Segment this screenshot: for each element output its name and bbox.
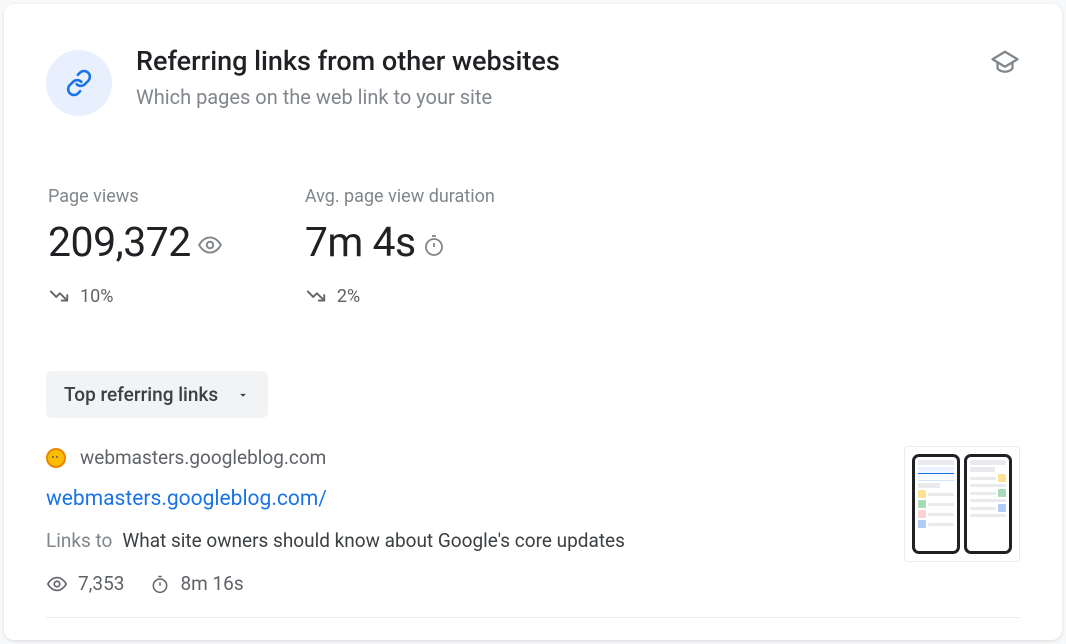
metric-label: Page views	[48, 186, 223, 207]
links-to-row: Links to What site owners should know ab…	[46, 529, 1020, 552]
card-header: Referring links from other websites Whic…	[46, 44, 1020, 116]
trend-indicator: 10%	[48, 285, 223, 307]
metric-avg-duration: Avg. page view duration 7m 4s 2%	[305, 186, 495, 307]
eye-icon	[46, 573, 68, 595]
links-to-label: Links to	[46, 529, 112, 552]
card-title: Referring links from other websites	[136, 44, 560, 79]
favicon-icon	[46, 448, 66, 468]
referrer-domain: webmasters.googleblog.com	[80, 446, 326, 469]
links-to-title: What site owners should know about Googl…	[122, 529, 625, 552]
header-text: Referring links from other websites Whic…	[136, 44, 560, 109]
education-icon[interactable]	[990, 48, 1020, 82]
trend-indicator: 2%	[305, 285, 495, 307]
metric-label: Avg. page view duration	[305, 186, 495, 207]
metrics-row: Page views 209,372 10% Avg. page view du…	[48, 186, 1020, 307]
referrer-url-link[interactable]: webmasters.googleblog.com/	[46, 487, 1020, 511]
stopwatch-icon	[150, 574, 170, 594]
metric-page-views: Page views 209,372 10%	[48, 186, 223, 307]
chevron-down-icon	[236, 388, 250, 402]
trend-down-icon	[305, 285, 327, 307]
stat-views: 7,353	[46, 572, 124, 595]
card-subtitle: Which pages on the web link to your site	[136, 85, 560, 109]
eye-icon	[197, 232, 223, 258]
dropdown-label: Top referring links	[64, 383, 218, 406]
referrer-stats: 7,353 8m 16s	[46, 572, 1020, 618]
page-thumbnail	[904, 446, 1020, 562]
referrer-item: webmasters.googleblog.com webmasters.goo…	[46, 446, 1020, 618]
top-referring-links-dropdown[interactable]: Top referring links	[46, 371, 268, 418]
metric-value: 7m 4s	[305, 219, 495, 267]
stopwatch-icon	[422, 233, 446, 257]
stat-duration: 8m 16s	[150, 572, 243, 595]
link-icon	[46, 50, 112, 116]
referrer-domain-row: webmasters.googleblog.com	[46, 446, 1020, 469]
referring-links-card: Referring links from other websites Whic…	[4, 4, 1062, 640]
metric-value: 209,372	[48, 219, 223, 267]
trend-down-icon	[48, 285, 70, 307]
